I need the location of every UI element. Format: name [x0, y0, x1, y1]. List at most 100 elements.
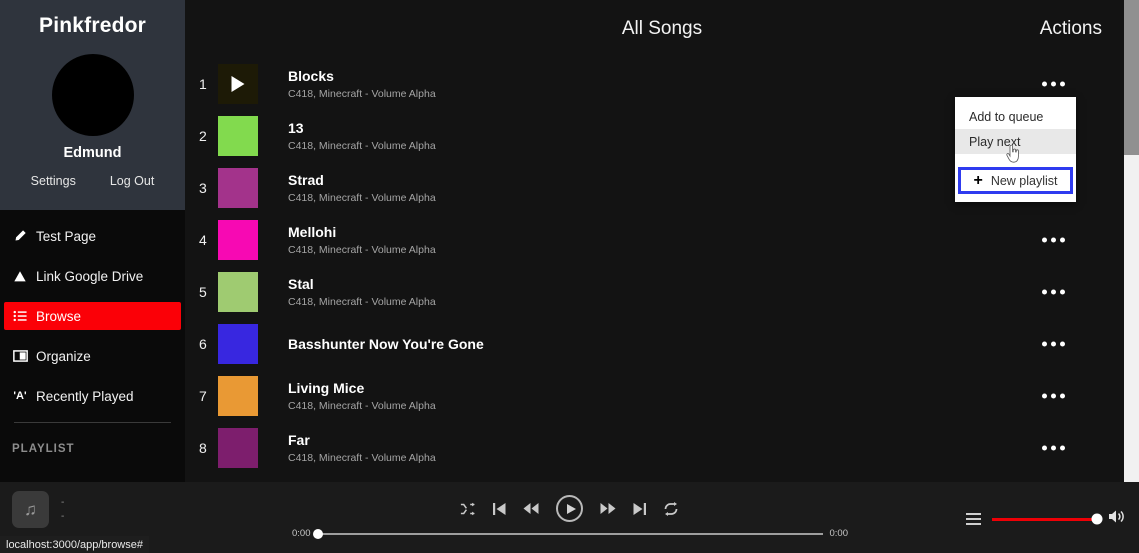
app-brand-title: Pinkfredor — [38, 14, 147, 37]
new-playlist-label: New playlist — [990, 173, 1058, 188]
song-subtitle: C418, Minecraft - Volume Alpha — [288, 296, 436, 308]
duration-time: 0:00 — [829, 528, 849, 539]
user-name: Edmund — [63, 145, 122, 161]
album-thumbnail[interactable] — [218, 324, 258, 364]
shuffle-button[interactable] — [460, 502, 476, 516]
sidebar-item-recently-played[interactable]: 'A' Recently Played — [4, 382, 181, 410]
repeat-button[interactable] — [663, 501, 679, 516]
scrollbar-thumb[interactable] — [1124, 0, 1139, 155]
sidebar-item-label: Browse — [36, 308, 82, 324]
row-more-actions-button[interactable] — [1042, 81, 1065, 87]
logout-link[interactable]: Log Out — [110, 174, 154, 188]
context-menu-add-to-queue[interactable]: Add to queue — [955, 104, 1076, 129]
song-subtitle: C418, Minecraft - Volume Alpha — [288, 88, 436, 100]
album-thumbnail[interactable] — [218, 272, 258, 312]
song-title: Living Mice — [288, 380, 365, 396]
row-index: 7 — [199, 388, 207, 404]
google-drive-icon — [12, 270, 28, 283]
volume-area — [966, 509, 1125, 529]
row-index: 6 — [199, 336, 207, 352]
avatar[interactable] — [51, 54, 134, 136]
album-thumbnail[interactable] — [218, 168, 258, 208]
song-info: Strad C418, Minecraft - Volume Alpha — [288, 172, 436, 204]
album-thumbnail[interactable] — [218, 428, 258, 468]
main-header: All Songs Actions — [185, 0, 1139, 58]
play-button[interactable] — [556, 495, 583, 522]
profile-card: Pinkfredor Edmund Settings Log Out — [0, 0, 185, 210]
row-more-actions-button[interactable] — [1042, 445, 1065, 451]
rewind-button[interactable] — [523, 502, 539, 515]
song-subtitle: C418, Minecraft - Volume Alpha — [288, 244, 436, 256]
album-thumbnail[interactable] — [218, 376, 258, 416]
album-thumbnail[interactable] — [218, 220, 258, 260]
row-index: 4 — [199, 232, 207, 248]
sidebar-item-browse[interactable]: Browse — [4, 302, 181, 330]
volume-slider[interactable] — [992, 513, 1103, 525]
song-subtitle: C418, Minecraft - Volume Alpha — [288, 452, 436, 464]
row-index: 5 — [199, 284, 207, 300]
album-thumbnail[interactable] — [218, 64, 258, 104]
row-more-actions-button[interactable] — [1042, 393, 1065, 399]
song-subtitle: C418, Minecraft - Volume Alpha — [288, 192, 436, 204]
page-scrollbar[interactable] — [1124, 0, 1139, 482]
song-title: Blocks — [288, 68, 334, 84]
queue-icon[interactable] — [966, 513, 981, 525]
row-index: 8 — [199, 440, 207, 456]
settings-link[interactable]: Settings — [31, 174, 76, 188]
sidebar: Pinkfredor Edmund Settings Log Out Test … — [0, 0, 185, 482]
main-panel: All Songs Actions 1 Blocks C418, Minecraft… — [185, 0, 1139, 482]
song-info: 13 C418, Minecraft - Volume Alpha — [288, 120, 436, 152]
song-subtitle: C418, Minecraft - Volume Alpha — [288, 140, 436, 152]
elapsed-time: 0:00 — [292, 528, 311, 539]
song-info: Stal C418, Minecraft - Volume Alpha — [288, 276, 436, 308]
seek-knob[interactable] — [312, 528, 323, 539]
row-more-actions-button[interactable] — [1042, 289, 1065, 295]
table-row[interactable]: 8 Far C418, Minecraft - Volume Alpha — [185, 422, 1120, 474]
song-title: Basshunter Now You're Gone — [288, 335, 484, 352]
sidebar-nav: Test Page Link Google Drive Browse Organ… — [0, 210, 185, 455]
song-info: Basshunter Now You're Gone — [288, 336, 484, 353]
song-info: Living Mice C418, Minecraft - Volume Alph… — [288, 380, 436, 412]
table-row[interactable]: 5 Stal C418, Minecraft - Volume Alpha — [185, 266, 1120, 318]
next-track-button[interactable] — [633, 502, 646, 516]
previous-track-button[interactable] — [493, 502, 506, 516]
row-more-actions-button[interactable] — [1042, 237, 1065, 243]
sidebar-item-link-google-drive[interactable]: Link Google Drive — [4, 262, 181, 290]
plus-icon: + — [973, 171, 983, 189]
fast-forward-button[interactable] — [600, 502, 616, 515]
profile-links: Settings Log Out — [31, 174, 155, 188]
volume-speaker-icon[interactable] — [1108, 509, 1125, 529]
seek-bar[interactable]: 0:00 0:00 — [292, 528, 848, 539]
pencil-icon — [12, 229, 28, 243]
table-row[interactable]: 7 Living Mice C418, Minecraft - Volume Alp… — [185, 370, 1120, 422]
sidebar-item-label: Organize — [36, 348, 91, 364]
status-bar-url: localhost:3000/app/browse# — [0, 536, 149, 553]
song-title: 13 — [288, 120, 304, 136]
table-row[interactable]: 6 Basshunter Now You're Gone — [185, 318, 1120, 370]
quoted-a-icon: 'A' — [13, 390, 27, 402]
row-index: 2 — [199, 128, 207, 144]
song-info: Blocks C418, Minecraft - Volume Alpha — [288, 68, 436, 100]
actions-column-header: Actions — [1039, 18, 1102, 39]
sidebar-item-organize[interactable]: Organize — [4, 342, 181, 370]
song-title: Mellohi — [288, 224, 337, 240]
player-bar: ♫ - - 0:00 0:00 — [0, 482, 1139, 553]
row-index: 3 — [199, 180, 207, 196]
volume-knob[interactable] — [1091, 513, 1103, 525]
row-index: 1 — [199, 76, 207, 92]
play-triangle-icon — [231, 76, 245, 92]
sidebar-item-test-page[interactable]: Test Page — [4, 222, 181, 250]
mouse-cursor-pointer-icon — [1006, 144, 1020, 163]
song-subtitle: C418, Minecraft - Volume Alpha — [288, 400, 436, 412]
play-triangle-icon — [566, 503, 576, 514]
row-more-actions-button[interactable] — [1042, 341, 1065, 347]
context-menu-new-playlist[interactable]: + New playlist — [958, 167, 1073, 194]
song-info: Mellohi C418, Minecraft - Volume Alpha — [288, 224, 436, 256]
music-app-window: Pinkfredor Edmund Settings Log Out Test … — [0, 0, 1139, 553]
table-row[interactable]: 4 Mellohi C418, Minecraft - Volume Alpha — [185, 214, 1120, 266]
song-title: Strad — [288, 172, 324, 188]
seek-track[interactable] — [312, 528, 823, 539]
sidebar-divider — [14, 422, 171, 423]
list-icon — [12, 310, 28, 322]
album-thumbnail[interactable] — [218, 116, 258, 156]
